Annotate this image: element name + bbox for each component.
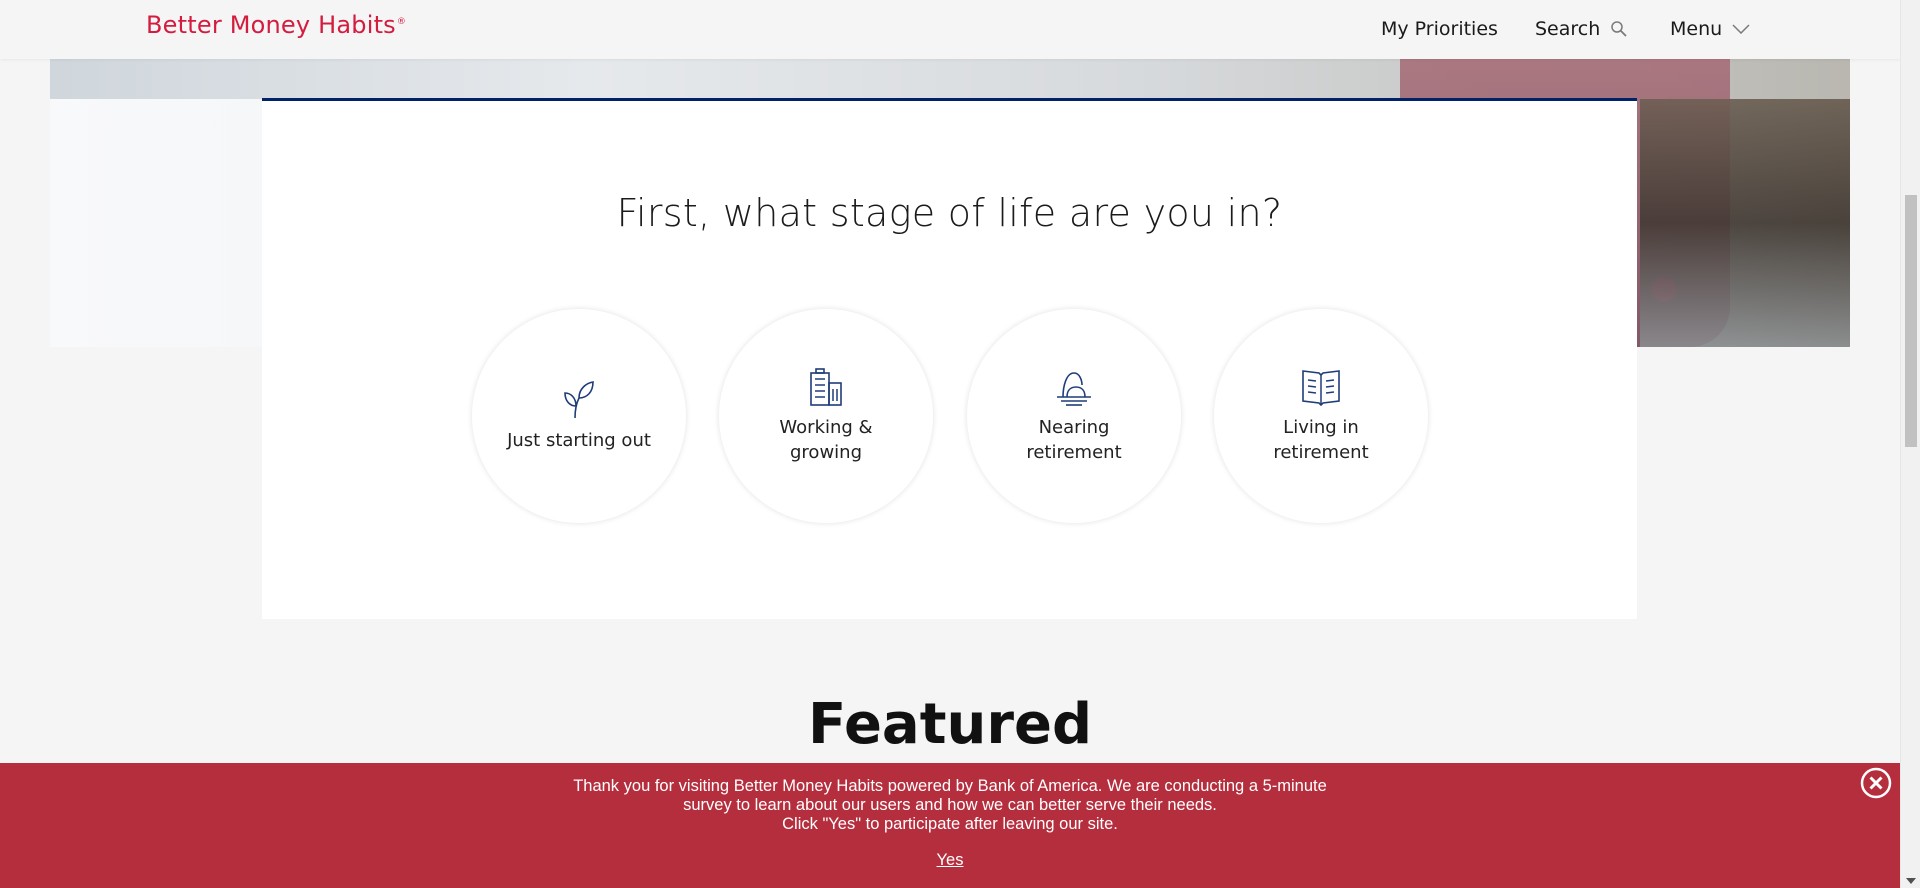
nav-search[interactable]: Search [1535, 18, 1628, 40]
stage-label: Just starting out [507, 429, 651, 451]
scrollbar-thumb[interactable] [1905, 195, 1917, 447]
survey-yes-link[interactable]: Yes [0, 851, 1900, 870]
registered-mark: ® [396, 17, 407, 27]
sunset-icon [1057, 372, 1091, 406]
hero-dock [1640, 99, 1850, 347]
stage-nearing-retirement[interactable]: Nearing retirement [967, 309, 1181, 523]
logo-text: Better Money Habits [146, 11, 396, 39]
scroll-down-arrow-icon[interactable] [1906, 878, 1916, 884]
stage-label: Working & growing [779, 417, 873, 463]
survey-banner: Thank you for visiting Better Money Habi… [0, 763, 1900, 888]
close-icon[interactable] [1860, 767, 1892, 799]
stage-living-in-retirement[interactable]: Living in retirement [1214, 309, 1428, 523]
nav-menu[interactable]: Menu [1670, 18, 1750, 40]
life-stage-title: First, what stage of life are you in? [616, 191, 1283, 235]
stage-label: Nearing retirement [1026, 417, 1122, 463]
survey-line: Click "Yes" to participate after leaving… [782, 815, 1118, 833]
nav-my-priorities-label: My Priorities [1381, 18, 1498, 40]
survey-line: survey to learn about our users and how … [683, 796, 1217, 814]
open-book-icon [1302, 370, 1340, 407]
page: Better Money Habits® My Priorities Searc… [0, 0, 1920, 888]
office-building-icon [810, 368, 842, 406]
stage-just-starting-out[interactable]: Just starting out [472, 309, 686, 523]
stage-label: Living in retirement [1273, 417, 1369, 463]
chevron-down-icon [1732, 24, 1750, 34]
survey-line: Thank you for visiting Better Money Habi… [573, 777, 1327, 795]
nav-search-label: Search [1535, 18, 1601, 40]
logo[interactable]: Better Money Habits® [146, 11, 406, 39]
survey-message: Thank you for visiting Better Money Habi… [0, 777, 1900, 834]
life-stage-card: First, what stage of life are you in? Ju… [262, 98, 1637, 619]
nav-my-priorities[interactable]: My Priorities [1381, 18, 1498, 40]
featured-heading: Featured [807, 692, 1093, 757]
page-scrollbar[interactable] [1900, 0, 1920, 888]
nav-menu-label: Menu [1670, 18, 1723, 40]
sprout-icon [564, 380, 594, 418]
stage-working-growing[interactable]: Working & growing [719, 309, 933, 523]
search-icon [1611, 21, 1627, 37]
site-header: Better Money Habits® My Priorities Searc… [0, 0, 1900, 59]
